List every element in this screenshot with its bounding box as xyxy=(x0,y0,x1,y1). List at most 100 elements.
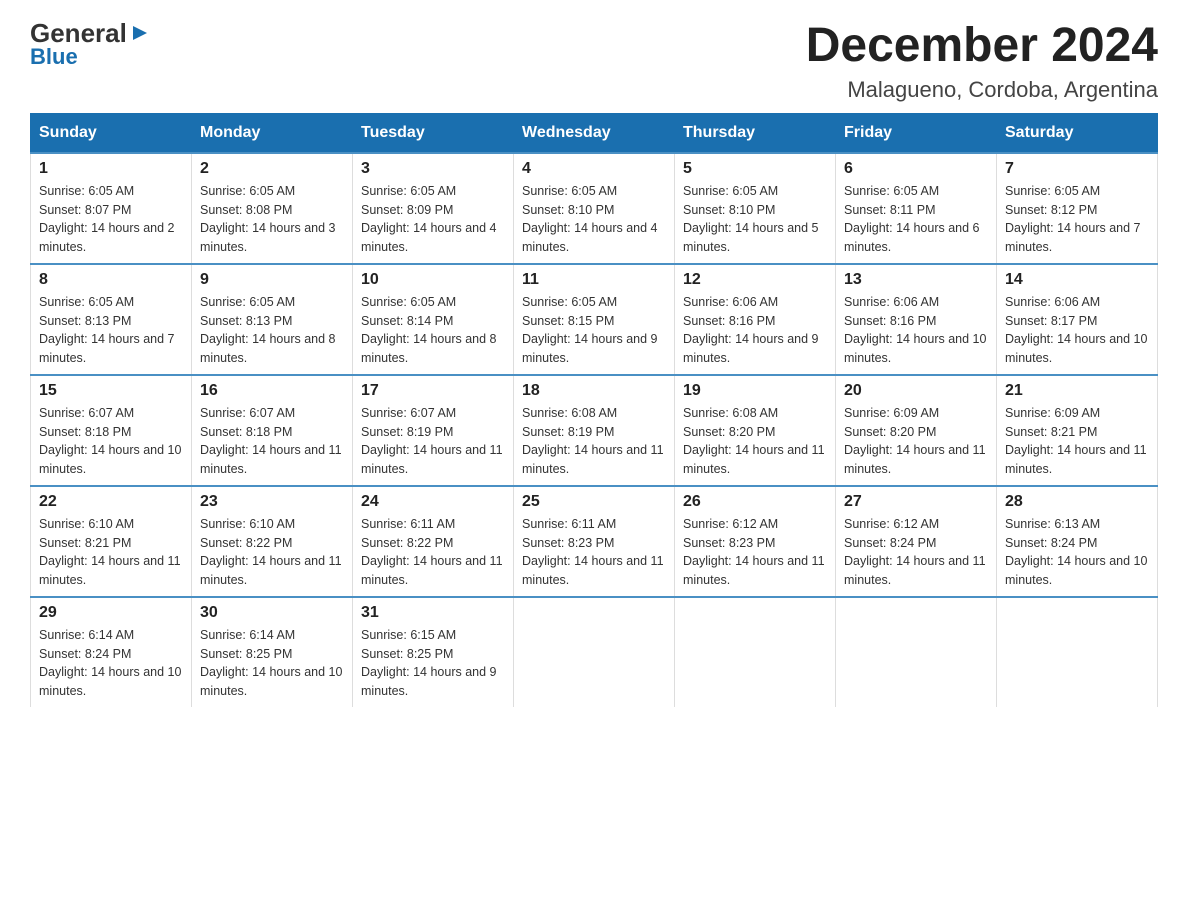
day-info: Sunrise: 6:12 AM Sunset: 8:24 PM Dayligh… xyxy=(844,515,988,590)
day-cell-17: 17 Sunrise: 6:07 AM Sunset: 8:19 PM Dayl… xyxy=(353,375,514,486)
daylight-text: Daylight: 14 hours and 9 minutes. xyxy=(361,665,497,698)
sunset-text: Sunset: 8:14 PM xyxy=(361,314,453,328)
day-cell-20: 20 Sunrise: 6:09 AM Sunset: 8:20 PM Dayl… xyxy=(836,375,997,486)
day-header-monday: Monday xyxy=(192,113,353,153)
logo-triangle-icon xyxy=(129,22,151,44)
logo-blue-text: Blue xyxy=(30,46,78,68)
day-number: 14 xyxy=(1005,271,1149,289)
day-cell-19: 19 Sunrise: 6:08 AM Sunset: 8:20 PM Dayl… xyxy=(675,375,836,486)
daylight-text: Daylight: 14 hours and 11 minutes. xyxy=(522,443,664,476)
day-header-tuesday: Tuesday xyxy=(353,113,514,153)
day-info: Sunrise: 6:05 AM Sunset: 8:13 PM Dayligh… xyxy=(39,293,183,368)
day-cell-3: 3 Sunrise: 6:05 AM Sunset: 8:09 PM Dayli… xyxy=(353,153,514,264)
day-number: 17 xyxy=(361,382,505,400)
daylight-text: Daylight: 14 hours and 10 minutes. xyxy=(1005,332,1147,365)
empty-cell xyxy=(836,597,997,707)
day-cell-25: 25 Sunrise: 6:11 AM Sunset: 8:23 PM Dayl… xyxy=(514,486,675,597)
sunset-text: Sunset: 8:13 PM xyxy=(200,314,292,328)
daylight-text: Daylight: 14 hours and 2 minutes. xyxy=(39,221,175,254)
sunset-text: Sunset: 8:25 PM xyxy=(200,647,292,661)
day-info: Sunrise: 6:07 AM Sunset: 8:19 PM Dayligh… xyxy=(361,404,505,479)
day-info: Sunrise: 6:14 AM Sunset: 8:24 PM Dayligh… xyxy=(39,626,183,701)
daylight-text: Daylight: 14 hours and 8 minutes. xyxy=(200,332,336,365)
day-info: Sunrise: 6:05 AM Sunset: 8:15 PM Dayligh… xyxy=(522,293,666,368)
day-number: 1 xyxy=(39,160,183,178)
day-number: 3 xyxy=(361,160,505,178)
daylight-text: Daylight: 14 hours and 11 minutes. xyxy=(683,443,825,476)
sunrise-text: Sunrise: 6:14 AM xyxy=(39,628,134,642)
sunrise-text: Sunrise: 6:05 AM xyxy=(39,184,134,198)
daylight-text: Daylight: 14 hours and 11 minutes. xyxy=(844,443,986,476)
sunset-text: Sunset: 8:23 PM xyxy=(683,536,775,550)
day-number: 29 xyxy=(39,604,183,622)
day-number: 2 xyxy=(200,160,344,178)
day-number: 6 xyxy=(844,160,988,178)
sunset-text: Sunset: 8:22 PM xyxy=(361,536,453,550)
day-number: 11 xyxy=(522,271,666,289)
daylight-text: Daylight: 14 hours and 8 minutes. xyxy=(361,332,497,365)
day-cell-14: 14 Sunrise: 6:06 AM Sunset: 8:17 PM Dayl… xyxy=(997,264,1158,375)
daylight-text: Daylight: 14 hours and 11 minutes. xyxy=(844,554,986,587)
sunrise-text: Sunrise: 6:15 AM xyxy=(361,628,456,642)
logo-general-text: General xyxy=(30,20,127,46)
day-number: 26 xyxy=(683,493,827,511)
week-row-2: 8 Sunrise: 6:05 AM Sunset: 8:13 PM Dayli… xyxy=(31,264,1158,375)
day-number: 16 xyxy=(200,382,344,400)
sunrise-text: Sunrise: 6:13 AM xyxy=(1005,517,1100,531)
location-subtitle: Malagueno, Cordoba, Argentina xyxy=(806,77,1158,103)
day-cell-2: 2 Sunrise: 6:05 AM Sunset: 8:08 PM Dayli… xyxy=(192,153,353,264)
day-info: Sunrise: 6:05 AM Sunset: 8:08 PM Dayligh… xyxy=(200,182,344,257)
month-title: December 2024 xyxy=(806,20,1158,73)
day-number: 19 xyxy=(683,382,827,400)
sunrise-text: Sunrise: 6:14 AM xyxy=(200,628,295,642)
daylight-text: Daylight: 14 hours and 6 minutes. xyxy=(844,221,980,254)
day-cell-22: 22 Sunrise: 6:10 AM Sunset: 8:21 PM Dayl… xyxy=(31,486,192,597)
day-cell-8: 8 Sunrise: 6:05 AM Sunset: 8:13 PM Dayli… xyxy=(31,264,192,375)
day-info: Sunrise: 6:12 AM Sunset: 8:23 PM Dayligh… xyxy=(683,515,827,590)
sunrise-text: Sunrise: 6:08 AM xyxy=(522,406,617,420)
sunrise-text: Sunrise: 6:05 AM xyxy=(361,184,456,198)
day-number: 9 xyxy=(200,271,344,289)
day-info: Sunrise: 6:05 AM Sunset: 8:07 PM Dayligh… xyxy=(39,182,183,257)
sunset-text: Sunset: 8:19 PM xyxy=(361,425,453,439)
day-cell-10: 10 Sunrise: 6:05 AM Sunset: 8:14 PM Dayl… xyxy=(353,264,514,375)
sunset-text: Sunset: 8:21 PM xyxy=(1005,425,1097,439)
day-info: Sunrise: 6:06 AM Sunset: 8:16 PM Dayligh… xyxy=(683,293,827,368)
daylight-text: Daylight: 14 hours and 11 minutes. xyxy=(522,554,664,587)
calendar-header: SundayMondayTuesdayWednesdayThursdayFrid… xyxy=(31,113,1158,153)
day-cell-31: 31 Sunrise: 6:15 AM Sunset: 8:25 PM Dayl… xyxy=(353,597,514,707)
day-cell-15: 15 Sunrise: 6:07 AM Sunset: 8:18 PM Dayl… xyxy=(31,375,192,486)
sunrise-text: Sunrise: 6:05 AM xyxy=(844,184,939,198)
sunrise-text: Sunrise: 6:05 AM xyxy=(39,295,134,309)
day-number: 31 xyxy=(361,604,505,622)
day-info: Sunrise: 6:14 AM Sunset: 8:25 PM Dayligh… xyxy=(200,626,344,701)
day-info: Sunrise: 6:13 AM Sunset: 8:24 PM Dayligh… xyxy=(1005,515,1149,590)
sunset-text: Sunset: 8:24 PM xyxy=(1005,536,1097,550)
day-header-thursday: Thursday xyxy=(675,113,836,153)
day-info: Sunrise: 6:08 AM Sunset: 8:20 PM Dayligh… xyxy=(683,404,827,479)
empty-cell xyxy=(675,597,836,707)
sunrise-text: Sunrise: 6:06 AM xyxy=(844,295,939,309)
day-info: Sunrise: 6:11 AM Sunset: 8:22 PM Dayligh… xyxy=(361,515,505,590)
sunrise-text: Sunrise: 6:11 AM xyxy=(361,517,455,531)
day-cell-16: 16 Sunrise: 6:07 AM Sunset: 8:18 PM Dayl… xyxy=(192,375,353,486)
day-cell-11: 11 Sunrise: 6:05 AM Sunset: 8:15 PM Dayl… xyxy=(514,264,675,375)
day-number: 10 xyxy=(361,271,505,289)
sunrise-text: Sunrise: 6:11 AM xyxy=(522,517,616,531)
calendar-table: SundayMondayTuesdayWednesdayThursdayFrid… xyxy=(30,113,1158,707)
day-number: 22 xyxy=(39,493,183,511)
sunrise-text: Sunrise: 6:07 AM xyxy=(200,406,295,420)
day-info: Sunrise: 6:06 AM Sunset: 8:17 PM Dayligh… xyxy=(1005,293,1149,368)
day-cell-26: 26 Sunrise: 6:12 AM Sunset: 8:23 PM Dayl… xyxy=(675,486,836,597)
day-number: 15 xyxy=(39,382,183,400)
day-cell-4: 4 Sunrise: 6:05 AM Sunset: 8:10 PM Dayli… xyxy=(514,153,675,264)
daylight-text: Daylight: 14 hours and 5 minutes. xyxy=(683,221,819,254)
sunrise-text: Sunrise: 6:05 AM xyxy=(361,295,456,309)
calendar-body: 1 Sunrise: 6:05 AM Sunset: 8:07 PM Dayli… xyxy=(31,153,1158,707)
sunset-text: Sunset: 8:16 PM xyxy=(683,314,775,328)
sunrise-text: Sunrise: 6:05 AM xyxy=(522,184,617,198)
day-cell-12: 12 Sunrise: 6:06 AM Sunset: 8:16 PM Dayl… xyxy=(675,264,836,375)
sunset-text: Sunset: 8:12 PM xyxy=(1005,203,1097,217)
day-number: 28 xyxy=(1005,493,1149,511)
day-number: 5 xyxy=(683,160,827,178)
